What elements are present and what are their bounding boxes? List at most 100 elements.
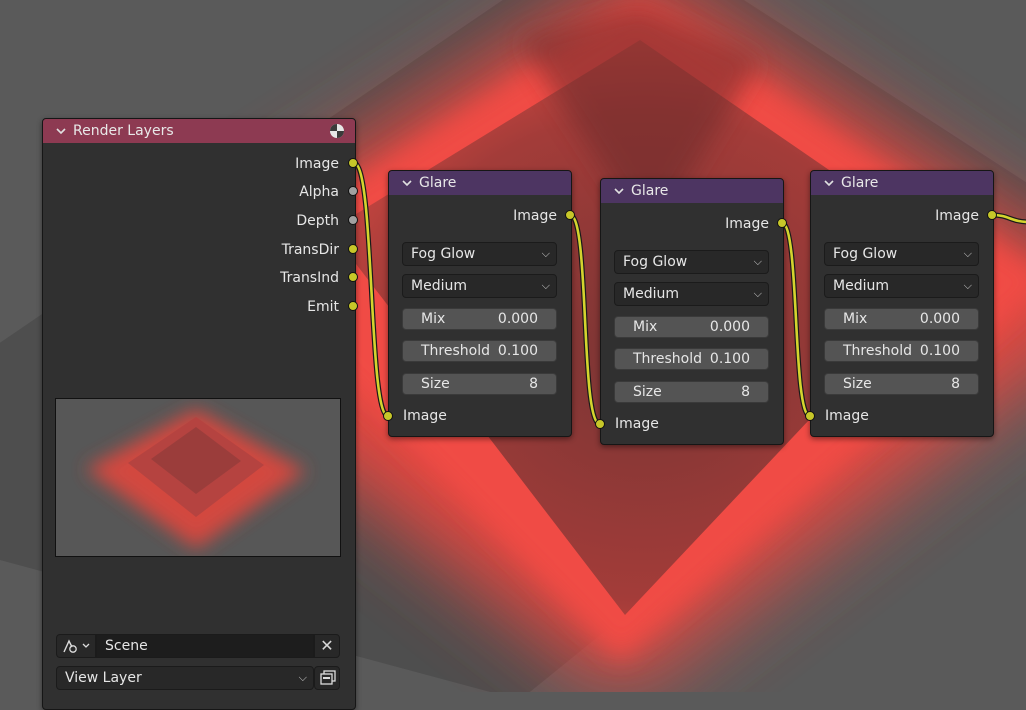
socket-image-in[interactable]: [595, 419, 605, 429]
size-slider[interactable]: Size 8: [824, 373, 979, 395]
quality-dropdown[interactable]: Medium ⌵: [402, 274, 557, 298]
threshold-slider[interactable]: Threshold 0.100: [402, 340, 557, 362]
glare-type-dropdown[interactable]: Fog Glow ⌵: [614, 250, 769, 274]
size-slider[interactable]: Size 8: [402, 373, 557, 395]
socket-alpha-out[interactable]: [348, 186, 358, 196]
slider-value: 0.100: [709, 351, 750, 367]
socket-depth-out[interactable]: [348, 215, 358, 225]
slider-label: Size: [633, 384, 662, 400]
slider-value: 8: [529, 376, 538, 392]
chevron-down-icon: ⌵: [753, 255, 762, 268]
socket-label: Image: [513, 208, 557, 224]
slider-value: 8: [741, 384, 750, 400]
mix-slider[interactable]: Mix 0.000: [402, 308, 557, 330]
socket-label: Image: [615, 416, 659, 432]
chevron-down-icon: ⌵: [963, 247, 972, 260]
socket-label: Emit: [307, 299, 339, 315]
size-slider[interactable]: Size 8: [614, 381, 769, 403]
slider-value: 0.000: [497, 311, 538, 327]
output-image: Image: [189, 155, 339, 173]
node-title: Glare: [841, 175, 879, 191]
slider-label: Threshold: [633, 351, 702, 367]
socket-image-out[interactable]: [348, 158, 358, 168]
scene-name: Scene: [105, 638, 148, 654]
slider-label: Threshold: [843, 343, 912, 359]
chevron-down-icon[interactable]: [55, 125, 67, 137]
output-image: Image: [649, 215, 769, 233]
socket-image-in[interactable]: [805, 411, 815, 421]
slider-label: Mix: [843, 311, 868, 327]
quality-dropdown[interactable]: Medium ⌵: [614, 282, 769, 306]
node-title: Glare: [419, 175, 457, 191]
socket-label: Depth: [296, 213, 339, 229]
slider-value: 0.000: [919, 311, 960, 327]
glare-node-3[interactable]: Glare Image Fog Glow ⌵ Medium ⌵ Mix 0.00…: [810, 170, 994, 437]
socket-transdir-out[interactable]: [348, 244, 358, 254]
close-icon: ✕: [320, 636, 334, 655]
slider-label: Mix: [421, 311, 446, 327]
render-layers-header[interactable]: Render Layers: [43, 119, 355, 143]
glare-type-value: Fog Glow: [411, 246, 476, 262]
slider-value: 8: [951, 376, 960, 392]
mix-slider[interactable]: Mix 0.000: [824, 308, 979, 330]
chevron-down-icon: ⌵: [753, 287, 762, 300]
quality-dropdown[interactable]: Medium ⌵: [824, 274, 979, 298]
clear-scene-button[interactable]: ✕: [314, 634, 340, 658]
glare-type-value: Fog Glow: [623, 254, 688, 270]
chevron-down-icon[interactable]: [613, 185, 625, 197]
output-transind: TransInd: [189, 269, 339, 287]
socket-image-out[interactable]: [565, 210, 575, 220]
input-image: Image: [825, 407, 945, 425]
socket-label: TransDir: [281, 242, 339, 258]
slider-label: Size: [843, 376, 872, 392]
quality-value: Medium: [411, 278, 467, 294]
render-layer-button[interactable]: [314, 666, 340, 690]
glare-node-2[interactable]: Glare Image Fog Glow ⌵ Medium ⌵ Mix 0.00…: [600, 178, 784, 445]
input-image: Image: [615, 415, 735, 433]
scene-name-field[interactable]: Scene: [96, 634, 314, 658]
glare-header[interactable]: Glare: [811, 171, 993, 195]
scene-type-selector[interactable]: [56, 634, 96, 658]
socket-label: Image: [825, 408, 869, 424]
mix-slider[interactable]: Mix 0.000: [614, 316, 769, 338]
socket-label: TransInd: [280, 270, 339, 286]
socket-label: Image: [935, 208, 979, 224]
render-layers-node[interactable]: Render Layers Image Alpha Depth TransDir…: [42, 118, 356, 710]
render-result-icon: [329, 123, 345, 143]
slider-value: 0.000: [709, 319, 750, 335]
chevron-down-icon[interactable]: [823, 177, 835, 189]
node-title: Render Layers: [73, 123, 174, 139]
slider-label: Mix: [633, 319, 658, 335]
socket-image-in[interactable]: [383, 411, 393, 421]
scene-icon: [62, 638, 92, 658]
threshold-slider[interactable]: Threshold 0.100: [824, 340, 979, 362]
slider-label: Size: [421, 376, 450, 392]
socket-image-out[interactable]: [987, 210, 997, 220]
glare-header[interactable]: Glare: [389, 171, 571, 195]
socket-label: Image: [295, 156, 339, 172]
output-image: Image: [437, 207, 557, 225]
slider-label: Threshold: [421, 343, 490, 359]
slider-value: 0.100: [919, 343, 960, 359]
output-image: Image: [859, 207, 979, 225]
render-preview: [55, 398, 341, 557]
output-depth: Depth: [189, 212, 339, 230]
glare-header[interactable]: Glare: [601, 179, 783, 203]
slider-value: 0.100: [497, 343, 538, 359]
socket-transind-out[interactable]: [348, 272, 358, 282]
render-layer-icon: [319, 670, 337, 690]
socket-label: Image: [403, 408, 447, 424]
socket-label: Alpha: [299, 184, 339, 200]
socket-image-out[interactable]: [777, 218, 787, 228]
socket-emit-out[interactable]: [348, 301, 358, 311]
glare-type-dropdown[interactable]: Fog Glow ⌵: [402, 242, 557, 266]
socket-label: Image: [725, 216, 769, 232]
glare-type-dropdown[interactable]: Fog Glow ⌵: [824, 242, 979, 266]
chevron-down-icon: ⌵: [963, 279, 972, 292]
chevron-down-icon: ⌵: [298, 671, 307, 684]
threshold-slider[interactable]: Threshold 0.100: [614, 348, 769, 370]
glare-node-1[interactable]: Glare Image Fog Glow ⌵ Medium ⌵ Mix 0.00…: [388, 170, 572, 437]
chevron-down-icon[interactable]: [401, 177, 413, 189]
chevron-down-icon: ⌵: [541, 247, 550, 260]
view-layer-selector[interactable]: View Layer ⌵: [56, 666, 314, 690]
